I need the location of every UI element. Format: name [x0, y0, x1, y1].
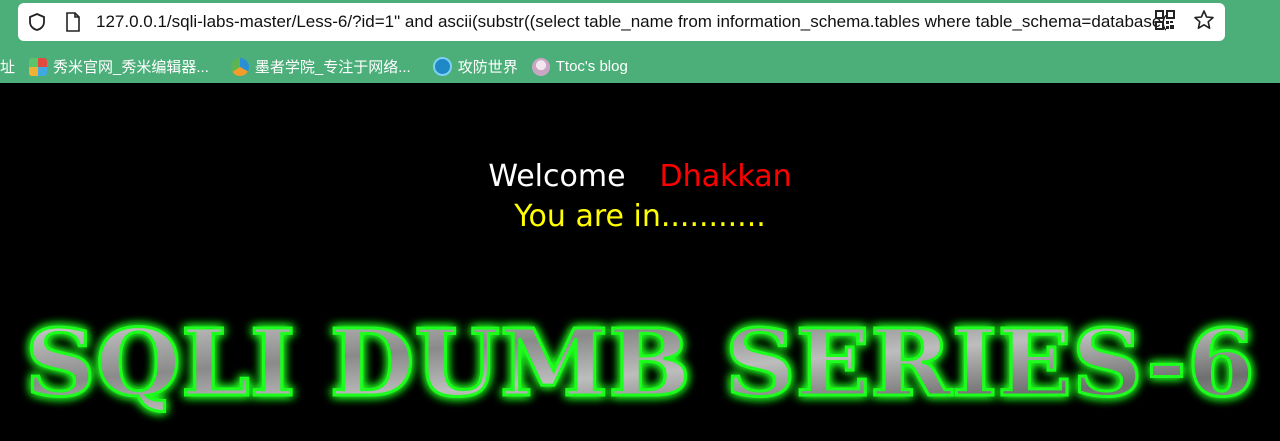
qr-code-icon[interactable] [1155, 10, 1175, 34]
star-icon[interactable] [1193, 9, 1215, 35]
bookmark-label: Ttoc's blog [555, 58, 628, 75]
banner-title: SQLI DUMB SERIES-6 [25, 309, 1255, 417]
shield-icon[interactable] [26, 11, 48, 33]
adworld-icon [432, 57, 452, 76]
mozhe-icon [230, 57, 249, 76]
bookmark-label: 攻防世界 [457, 59, 518, 76]
welcome-line: Welcome Dhakkan [0, 159, 1280, 195]
page-icon [62, 11, 84, 33]
url-text[interactable]: 127.0.0.1/sqli-labs-master/Less-6/?id=1"… [96, 3, 1166, 41]
bookmarks-bar: 址 秀米官网_秀米编辑器... 墨者学院_专注于网络... 攻防世界 Ttoc'… [0, 50, 1280, 83]
address-bar[interactable]: 127.0.0.1/sqli-labs-master/Less-6/?id=1"… [18, 3, 1225, 41]
bookmark-adworld[interactable]: 攻防世界 [432, 50, 518, 83]
bookmark-mozhe[interactable]: 墨者学院_专注于网络... [230, 50, 411, 83]
xiumi-icon [29, 57, 48, 76]
welcome-label: Welcome [488, 159, 626, 194]
bookmark-label: 墨者学院_专注于网络... [254, 59, 411, 76]
user-name: Dhakkan [659, 159, 792, 194]
bookmark-cut-label[interactable]: 址 [0, 50, 15, 83]
bookmark-ttoc[interactable]: Ttoc's blog [531, 50, 628, 83]
avatar-icon [531, 57, 550, 76]
banner-title-image: SQLI DUMB SERIES-6 [24, 308, 1257, 419]
browser-toolbar: 127.0.0.1/sqli-labs-master/Less-6/?id=1"… [0, 0, 1280, 50]
status-message: You are in........... [514, 199, 766, 234]
page-content: Welcome Dhakkan You are in........... SQ… [0, 83, 1280, 441]
bookmark-xiumi[interactable]: 秀米官网_秀米编辑器... [29, 50, 209, 83]
bookmark-label: 秀米官网_秀米编辑器... [53, 59, 209, 76]
